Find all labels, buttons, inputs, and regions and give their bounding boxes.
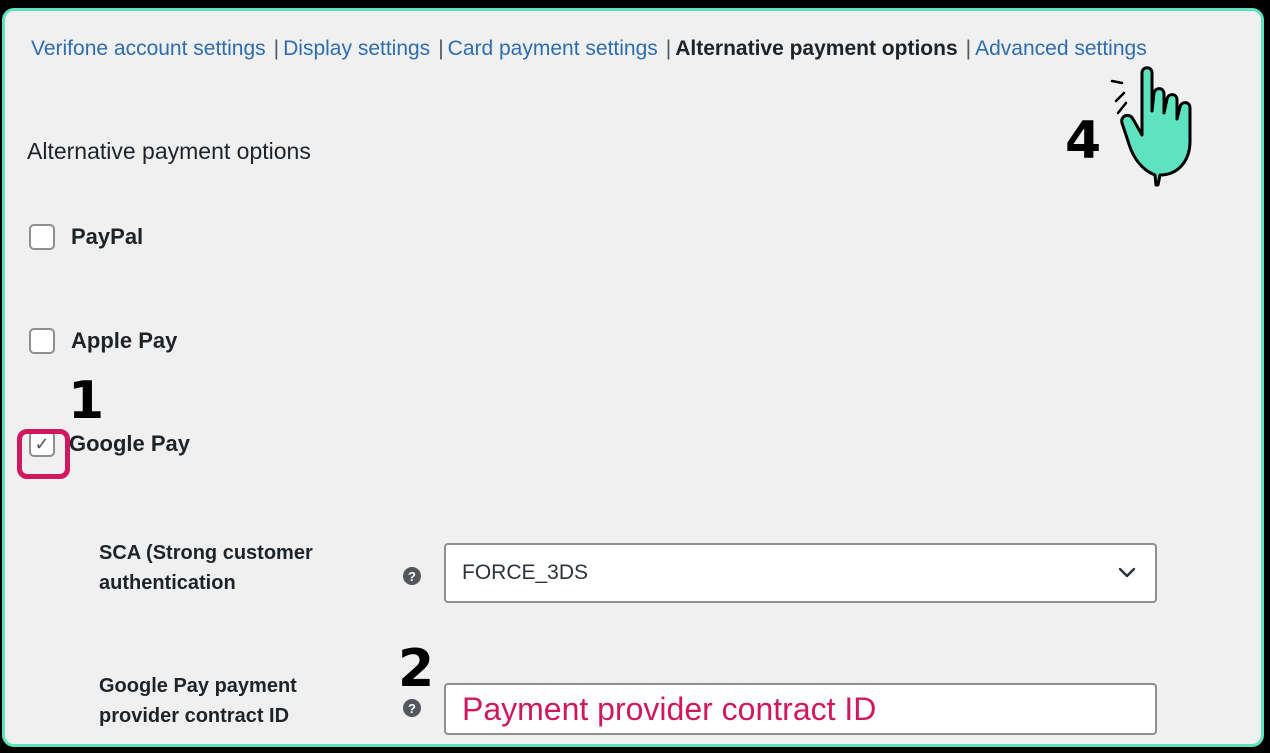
callout-number-2: 2 (398, 639, 435, 699)
tab-display-settings[interactable]: Display settings (283, 37, 430, 60)
applepay-option: Apple Pay (29, 328, 177, 354)
tab-card-payment-settings[interactable]: Card payment settings (448, 37, 658, 60)
paypal-checkbox[interactable] (29, 224, 55, 250)
callout-number-1: 1 (68, 371, 105, 431)
chevron-down-icon (1118, 567, 1136, 578)
contract-id-input[interactable]: Payment provider contract ID (444, 683, 1157, 735)
contract-label: Google Pay payment provider contract ID (99, 671, 369, 731)
hand-pointer-icon (1110, 66, 1192, 187)
paypal-label[interactable]: PayPal (71, 224, 143, 250)
settings-panel: Verifone account settings | Display settin… (2, 8, 1264, 747)
googlepay-label[interactable]: Google Pay (69, 431, 190, 457)
help-icon[interactable]: ? (403, 567, 421, 585)
callout-number-4: 4 (1065, 111, 1102, 171)
contract-label-line-2: provider contract ID (99, 705, 290, 727)
tab-verifone-account-settings[interactable]: Verifone account settings (31, 37, 266, 60)
tab-separator: | (965, 37, 972, 60)
googlepay-checkbox-highlight (17, 429, 70, 479)
sca-label-line-1: SCA (Strong customer (99, 542, 313, 564)
tab-separator: | (665, 37, 672, 60)
tab-separator: | (438, 37, 444, 60)
sca-select-value: FORCE_3DS (462, 561, 589, 584)
contract-label-line-1: Google Pay payment (99, 675, 297, 697)
contract-id-placeholder: Payment provider contract ID (462, 690, 877, 727)
settings-tab-bar: Verifone account settings | Display settin… (31, 37, 1147, 61)
sca-select[interactable]: FORCE_3DS (444, 543, 1157, 603)
section-title: Alternative payment options (27, 138, 311, 164)
tab-advanced-settings[interactable]: Advanced settings (975, 37, 1147, 60)
help-icon[interactable]: ? (403, 699, 421, 717)
tab-alternative-payment-options[interactable]: Alternative payment options (675, 37, 957, 60)
applepay-checkbox[interactable] (29, 328, 55, 354)
sca-label: SCA (Strong customer authentication (99, 538, 369, 598)
applepay-label[interactable]: Apple Pay (71, 328, 177, 354)
paypal-option: PayPal (29, 224, 143, 250)
sca-label-line-2: authentication (99, 572, 236, 594)
tab-separator: | (273, 37, 280, 60)
